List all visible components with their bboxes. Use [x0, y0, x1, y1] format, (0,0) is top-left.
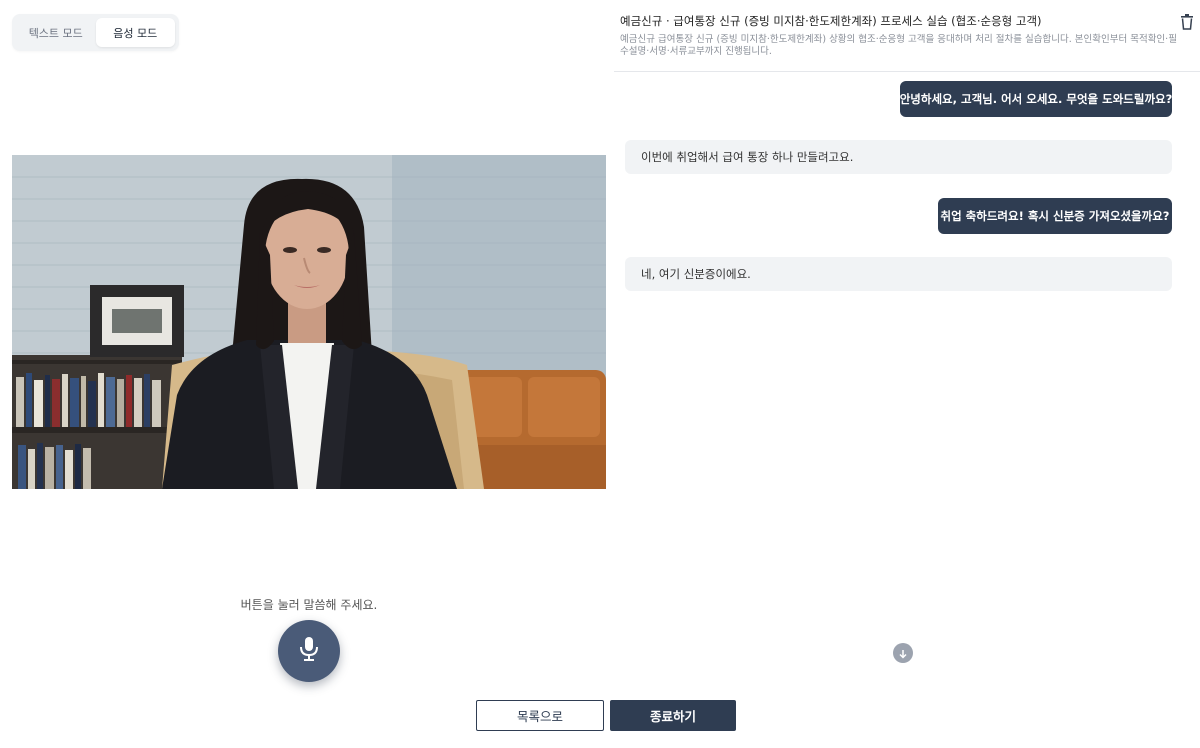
mode-toggle: 텍스트 모드 음성 모드: [12, 14, 179, 51]
agent-message: 안녕하세요, 고객님. 어서 오세요. 무엇을 도와드릴까요?: [900, 81, 1172, 117]
user-message: 네, 여기 신분증이에요.: [625, 257, 1172, 291]
text-mode-tab[interactable]: 텍스트 모드: [16, 18, 96, 47]
user-message: 이번에 취업해서 급여 통장 하나 만들려고요.: [625, 140, 1172, 174]
mic-button[interactable]: [278, 620, 340, 682]
voice-mode-tab[interactable]: 음성 모드: [95, 18, 175, 47]
scroll-down-button[interactable]: [893, 643, 913, 663]
end-session-button[interactable]: 종료하기: [610, 700, 736, 731]
scenario-header: 예금신규 · 급여통장 신규 (증빙 미지참·한도제한계좌) 프로세스 실습 (…: [614, 0, 1200, 72]
arrow-down-icon: [898, 644, 908, 663]
trash-icon[interactable]: [1180, 14, 1194, 30]
microphone-icon: [298, 636, 320, 666]
avatar-video: [12, 155, 606, 489]
agent-message: 취업 축하드려요! 혹시 신분증 가져오셨을까요?: [938, 198, 1172, 234]
scenario-title: 예금신규 · 급여통장 신규 (증빙 미지참·한도제한계좌) 프로세스 실습 (…: [620, 14, 1042, 28]
back-to-list-button[interactable]: 목록으로: [476, 700, 604, 731]
scenario-description: 예금신규 급여통장 신규 (증빙 미지참·한도제한계좌) 상황의 협조·순응형 …: [620, 34, 1177, 57]
voice-hint: 버튼을 눌러 말씀해 주세요.: [240, 598, 378, 612]
